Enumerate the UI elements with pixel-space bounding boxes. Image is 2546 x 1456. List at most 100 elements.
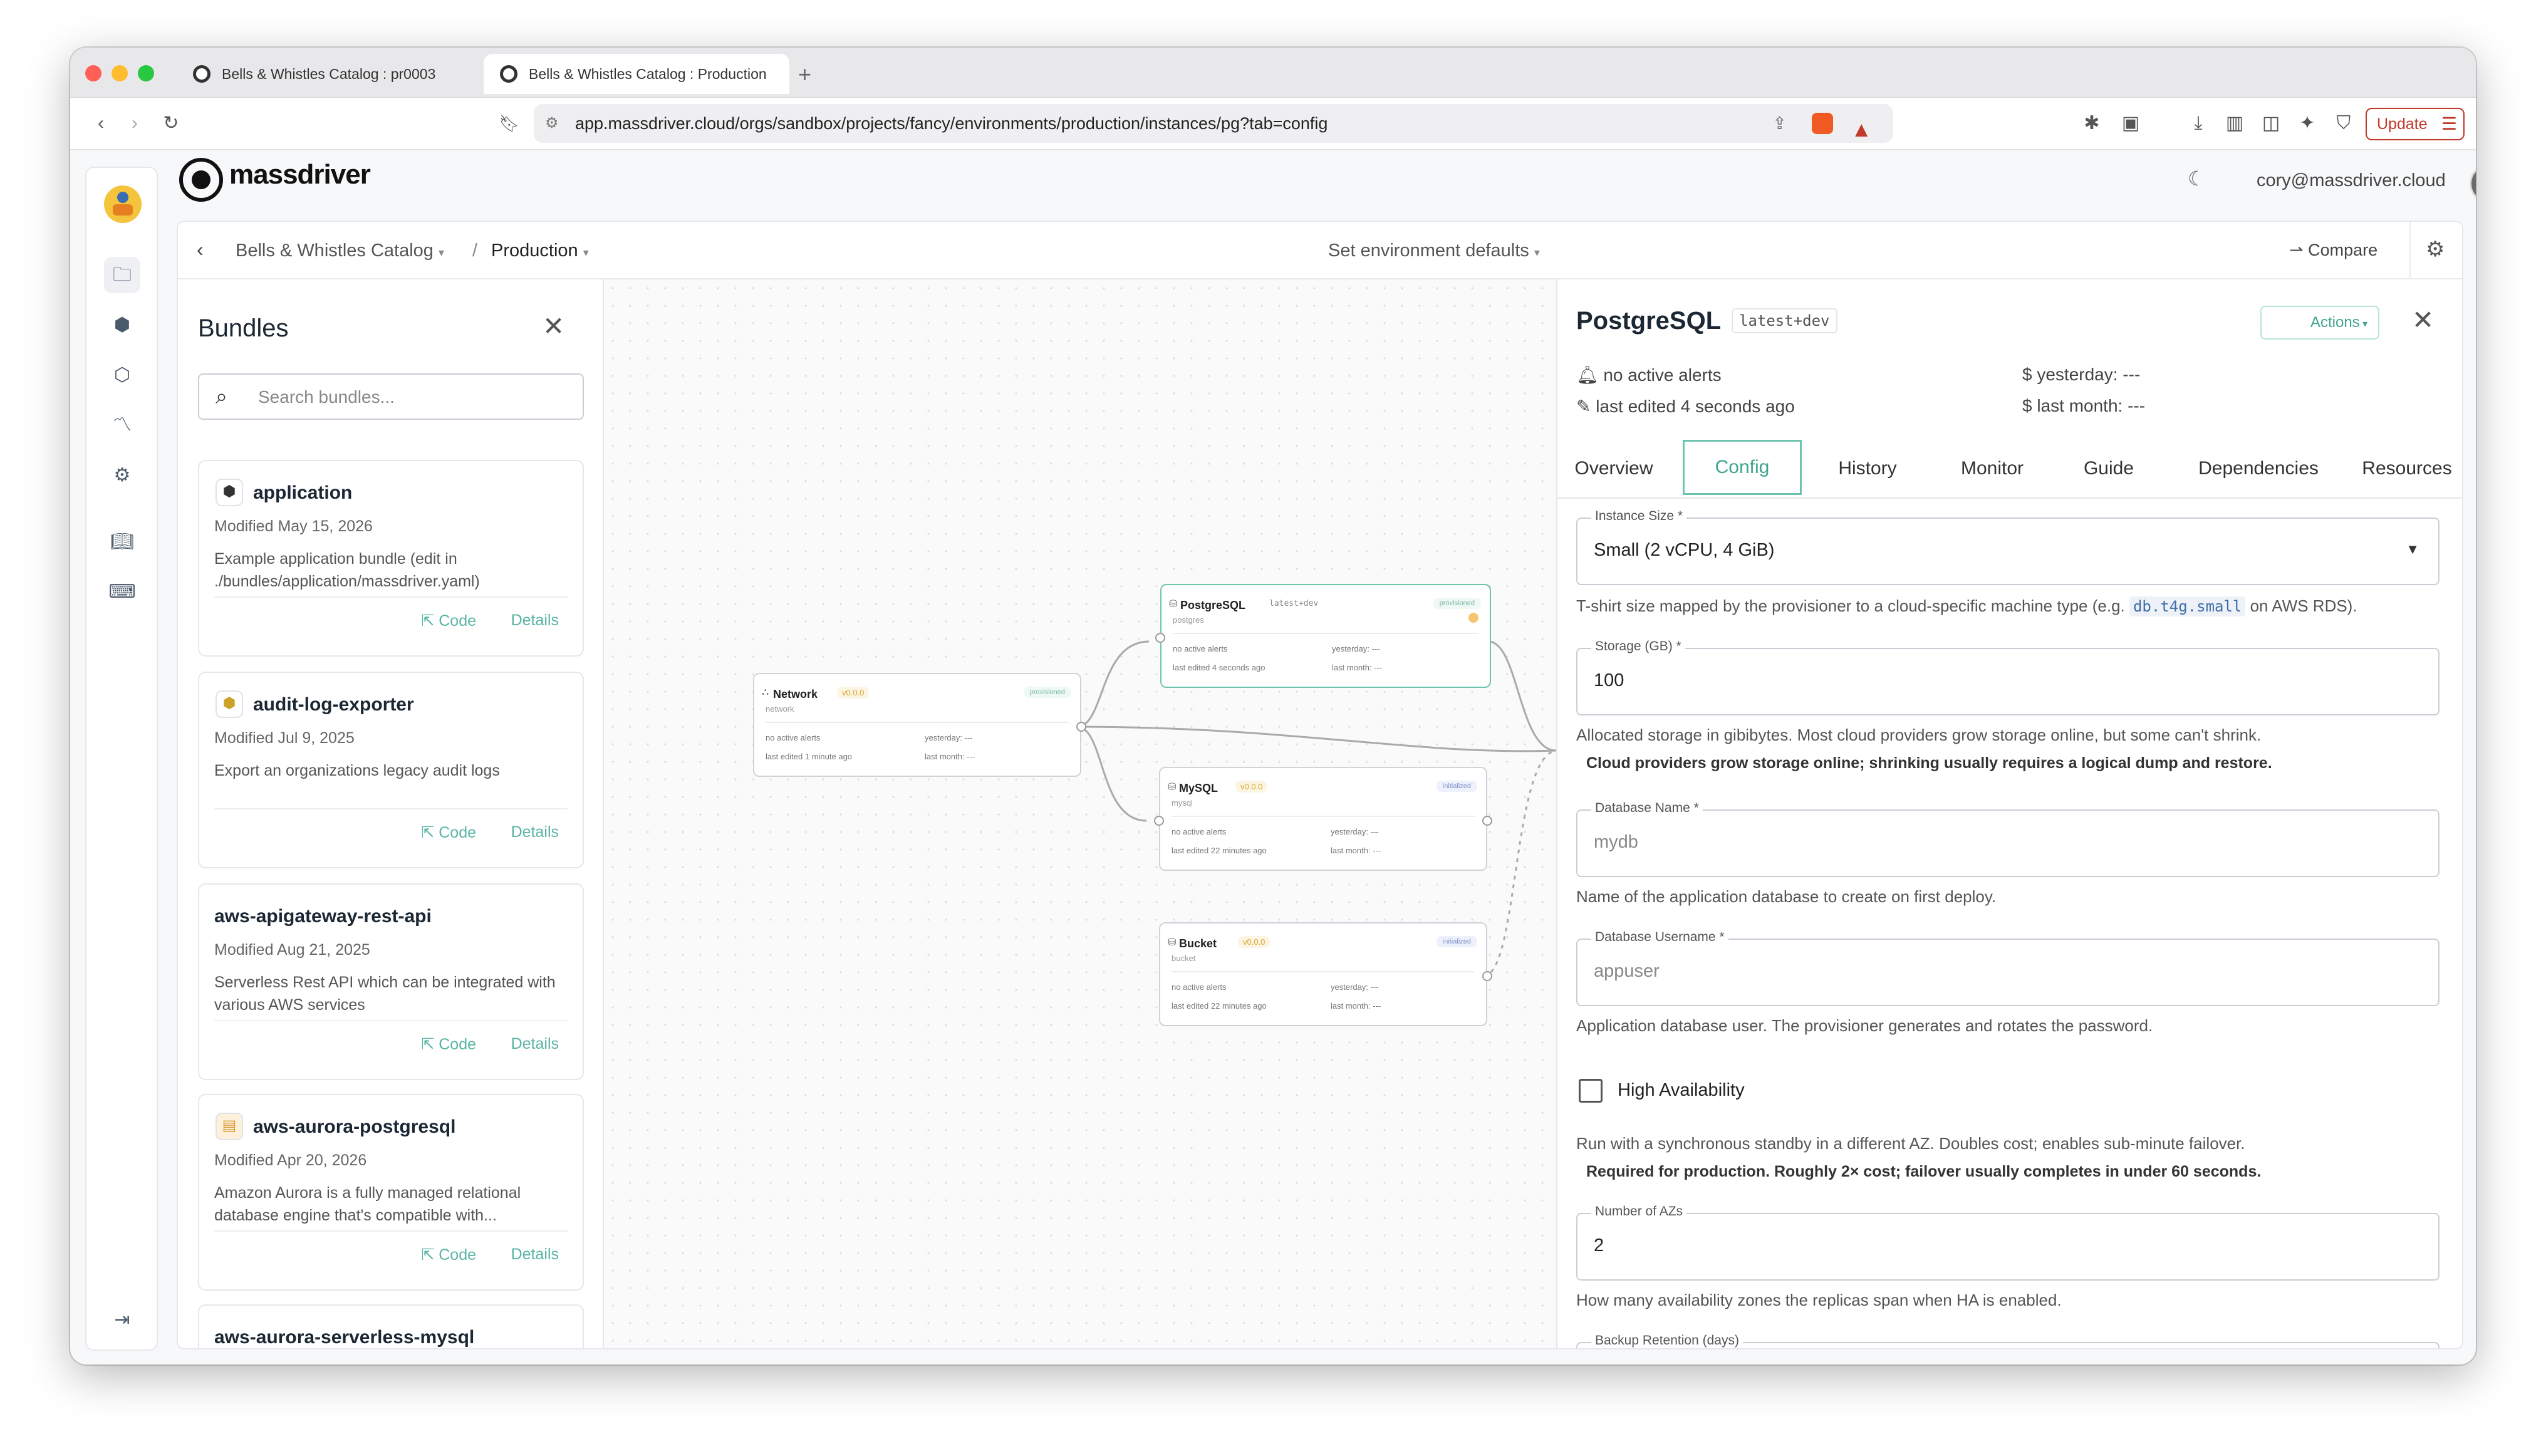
code-link[interactable]: ⇱ Code	[421, 823, 476, 842]
tab-monitor[interactable]: Monitor	[1942, 440, 2042, 497]
wallet-icon[interactable]: ◫	[2259, 112, 2283, 135]
browser-tab[interactable]: Bells & Whistles Catalog : pr0003	[177, 54, 470, 94]
node-output-handle[interactable]	[1482, 971, 1492, 981]
tab-config[interactable]: Config	[1683, 440, 1802, 495]
node-output-handle[interactable]	[1076, 722, 1086, 732]
code-link[interactable]: ⇱ Code	[421, 1245, 476, 1264]
massdriver-logo-icon[interactable]	[179, 158, 223, 202]
tab-dependencies[interactable]: Dependencies	[2174, 440, 2343, 497]
update-button[interactable]: Update ☰	[2366, 108, 2465, 140]
search-bundles-input[interactable]: ⌕ Search bundles...	[198, 373, 584, 420]
external-link-icon: ⇱	[421, 1036, 439, 1053]
reading-list-icon[interactable]: ▣	[2119, 112, 2143, 135]
high-availability-help: Run with a synchronous standby in a diff…	[1576, 1134, 2245, 1153]
bundle-card[interactable]: ⬢ application Modified May 15, 2026 Exam…	[198, 460, 584, 657]
chevron-down-icon: ▾	[438, 246, 445, 259]
bundle-card[interactable]: aws-aurora-serverless-mysql	[198, 1304, 584, 1348]
dollar-icon: $	[2022, 396, 2037, 415]
project-breadcrumb[interactable]: Bells & Whistles Catalog ▾	[236, 241, 444, 261]
user-email[interactable]: cory@massdriver.cloud	[2257, 170, 2446, 191]
download-icon[interactable]: ⤓	[2186, 112, 2210, 135]
close-panel-icon[interactable]: ✕	[2412, 304, 2434, 335]
instance-size-help: T-shirt size mapped by the provisioner t…	[1576, 596, 2357, 616]
instance-size-select[interactable]: Instance Size * Small (2 vCPU, 4 GiB) ▼	[1576, 509, 2439, 585]
docs-book-icon[interactable]: 📖︎	[104, 524, 140, 560]
database-name-input[interactable]: Database Name * mydb	[1576, 801, 2439, 877]
alerts-status: 🔔︎ no active alerts	[1576, 365, 1722, 385]
set-environment-defaults-button[interactable]: Set environment defaults ▾	[1328, 241, 1540, 261]
compare-button[interactable]: ⇀ Compare	[2289, 241, 2377, 260]
brave-shields-icon[interactable]	[1812, 113, 1833, 134]
back-icon[interactable]: ‹	[89, 112, 113, 135]
close-window-button[interactable]	[85, 65, 101, 81]
node-input-handle[interactable]	[1155, 633, 1165, 643]
bucket-node[interactable]: ⛁ Bucket v0.0.0 initialized bucket no ac…	[1159, 922, 1492, 1026]
backup-retention-input[interactable]: Backup Retention (days)	[1576, 1333, 2439, 1348]
tab-history[interactable]: History	[1821, 440, 1915, 497]
details-link[interactable]: Details	[511, 1035, 559, 1053]
high-availability-label[interactable]: High Availability	[1618, 1080, 1745, 1101]
high-availability-checkbox[interactable]	[1579, 1079, 1603, 1103]
bookmark-icon[interactable]: 🔖︎	[497, 112, 521, 135]
expand-sidebar-icon[interactable]: ⇥	[104, 1302, 140, 1338]
actions-dropdown-button[interactable]: Actions ▾	[2260, 306, 2379, 340]
dark-mode-toggle-icon[interactable]: ☾	[2188, 167, 2206, 190]
settings-gear-icon[interactable]: ⚙	[104, 457, 140, 494]
mysql-node[interactable]: ⛁ MySQL v0.0.0 initialized mysql no acti…	[1154, 767, 1492, 871]
details-link[interactable]: Details	[511, 611, 559, 630]
environment-breadcrumb[interactable]: Production ▾	[491, 241, 589, 261]
environment-canvas[interactable]: ⛬ Network v0.0.0 provisioned network no …	[604, 279, 1556, 1348]
metrics-chart-icon[interactable]: 〽	[104, 407, 140, 444]
sidebar-icon[interactable]: ▥	[2223, 112, 2247, 135]
tab-guide[interactable]: Guide	[2065, 440, 2153, 497]
massdriver-favicon-icon	[193, 65, 210, 83]
details-link[interactable]: Details	[511, 1245, 559, 1264]
extensions-icon[interactable]: ✱	[2080, 112, 2104, 135]
new-tab-icon[interactable]: +	[798, 61, 811, 88]
bundles-icon[interactable]: ⬢	[104, 307, 140, 343]
network-node[interactable]: ⛬ Network v0.0.0 provisioned network no …	[753, 673, 1086, 777]
cube-icon[interactable]: ⬡	[104, 357, 140, 393]
menu-icon: ☰	[2441, 114, 2457, 133]
terminal-icon[interactable]: ⌨	[104, 574, 140, 610]
code-link[interactable]: ⇱ Code	[421, 611, 476, 630]
environment-settings-gear-icon[interactable]: ⚙	[2426, 237, 2445, 262]
browser-tab-active[interactable]: Bells & Whistles Catalog : Production	[484, 54, 789, 94]
tab-resources[interactable]: Resources	[2351, 440, 2462, 497]
back-chevron-icon[interactable]: ‹	[197, 238, 204, 261]
node-output-handle[interactable]	[1482, 816, 1492, 826]
bundle-card[interactable]: ⬢ audit-log-exporter Modified Jul 9, 202…	[198, 672, 584, 868]
tab-overview[interactable]: Overview	[1570, 440, 1658, 497]
zoom-window-button[interactable]	[138, 65, 154, 81]
environment-workspace: ‹ Bells & Whistles Catalog ▾ / Productio…	[177, 221, 2463, 1349]
code-link[interactable]: ⇱ Code	[421, 1035, 476, 1054]
share-icon[interactable]: ⇪	[1772, 104, 1787, 143]
projects-folder-icon[interactable]: 🗀︎	[104, 257, 140, 293]
forward-icon[interactable]: ›	[123, 112, 147, 135]
postgresql-node[interactable]: ⛁ PostgreSQL latest+dev provisioned post…	[1155, 584, 1491, 688]
connection-line	[1076, 725, 1147, 822]
user-avatar[interactable]	[2470, 164, 2476, 203]
brave-rewards-icon[interactable]: ▲	[1851, 110, 1872, 149]
search-icon: ⌕	[216, 385, 228, 408]
bell-icon: 🔔︎	[1576, 365, 1604, 385]
vpn-shield-icon[interactable]: ⛉	[2332, 112, 2356, 135]
storage-input[interactable]: Storage (GB) * 100	[1576, 639, 2439, 715]
number-of-azs-help: How many availability zones the replicas…	[1576, 1291, 2062, 1309]
network-icon: ⛬	[762, 687, 769, 697]
details-link[interactable]: Details	[511, 823, 559, 841]
address-bar[interactable]: ⚙ app.massdriver.cloud/orgs/sandbox/proj…	[534, 104, 1893, 143]
minimize-window-button[interactable]	[112, 65, 128, 81]
bundle-card[interactable]: ▤ aws-aurora-postgresql Modified Apr 20,…	[198, 1094, 584, 1291]
massdriver-favicon-icon	[500, 65, 517, 83]
close-icon[interactable]: ✕	[543, 311, 564, 341]
leo-ai-icon[interactable]: ✦	[2295, 112, 2319, 135]
site-info-icon[interactable]: ⚙	[545, 104, 559, 143]
bundle-card[interactable]: aws-apigateway-rest-api Modified Aug 21,…	[198, 883, 584, 1080]
number-of-azs-input[interactable]: Number of AZs 2	[1576, 1204, 2439, 1281]
reload-icon[interactable]: ↻	[159, 112, 183, 135]
org-avatar[interactable]	[104, 185, 142, 223]
dollar-icon: $	[2022, 365, 2037, 384]
database-username-input[interactable]: Database Username * appuser	[1576, 930, 2439, 1006]
node-input-handle[interactable]	[1154, 816, 1164, 826]
